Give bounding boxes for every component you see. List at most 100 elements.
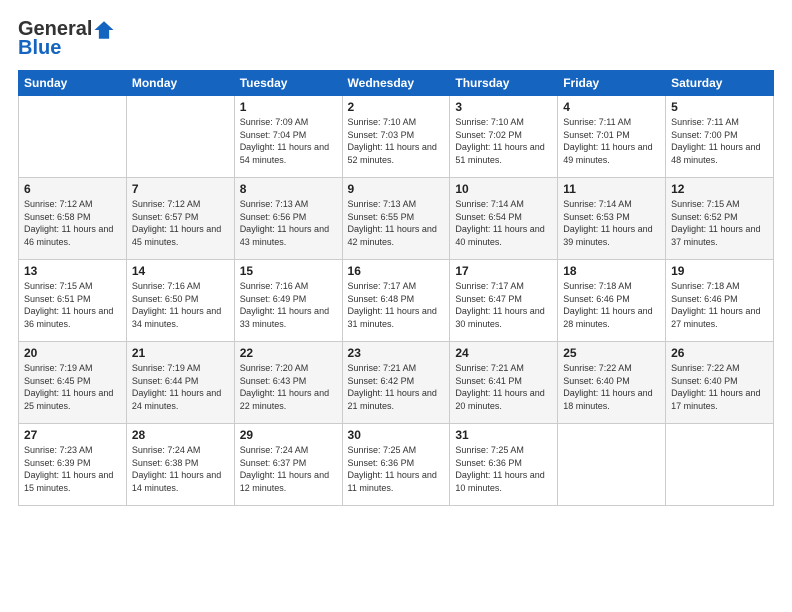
cell-info: Sunrise: 7:18 AM Sunset: 6:46 PM Dayligh… xyxy=(563,280,660,330)
calendar-cell: 19 Sunrise: 7:18 AM Sunset: 6:46 PM Dayli… xyxy=(666,260,774,342)
day-number: 17 xyxy=(455,264,552,278)
cell-info: Sunrise: 7:21 AM Sunset: 6:42 PM Dayligh… xyxy=(348,362,445,412)
day-number: 5 xyxy=(671,100,768,114)
weekday-header-saturday: Saturday xyxy=(666,71,774,96)
weekday-header-tuesday: Tuesday xyxy=(234,71,342,96)
cell-info: Sunrise: 7:12 AM Sunset: 6:58 PM Dayligh… xyxy=(24,198,121,248)
cell-info: Sunrise: 7:22 AM Sunset: 6:40 PM Dayligh… xyxy=(671,362,768,412)
week-row-3: 13Sunrise: 7:15 AM Sunset: 6:51 PM Dayli… xyxy=(19,260,774,342)
page: General Blue SundayMondayTuesdayWednesda… xyxy=(0,0,792,612)
cell-info: Sunrise: 7:11 AM Sunset: 7:00 PM Dayligh… xyxy=(671,116,768,166)
cell-info: Sunrise: 7:16 AM Sunset: 6:50 PM Dayligh… xyxy=(132,280,229,330)
cell-info: Sunrise: 7:20 AM Sunset: 6:43 PM Dayligh… xyxy=(240,362,337,412)
day-number: 1 xyxy=(240,100,337,114)
calendar-cell: 29 Sunrise: 7:24 AM Sunset: 6:37 PM Dayli… xyxy=(234,424,342,506)
day-number: 15 xyxy=(240,264,337,278)
cell-info: Sunrise: 7:10 AM Sunset: 7:02 PM Dayligh… xyxy=(455,116,552,166)
calendar-cell: 24Sunrise: 7:21 AM Sunset: 6:41 PM Dayli… xyxy=(450,342,558,424)
cell-info: Sunrise: 7:25 AM Sunset: 6:36 PM Dayligh… xyxy=(348,444,445,494)
day-number: 8 xyxy=(240,182,337,196)
calendar-cell: 23 Sunrise: 7:21 AM Sunset: 6:42 PM Dayli… xyxy=(342,342,450,424)
cell-info: Sunrise: 7:25 AM Sunset: 6:36 PM Dayligh… xyxy=(455,444,552,494)
calendar: SundayMondayTuesdayWednesdayThursdayFrid… xyxy=(18,70,774,506)
weekday-header-thursday: Thursday xyxy=(450,71,558,96)
day-number: 25 xyxy=(563,346,660,360)
day-number: 2 xyxy=(348,100,445,114)
day-number: 29 xyxy=(240,428,337,442)
calendar-cell: 9Sunrise: 7:13 AM Sunset: 6:55 PM Daylig… xyxy=(342,178,450,260)
day-number: 26 xyxy=(671,346,768,360)
cell-info: Sunrise: 7:22 AM Sunset: 6:40 PM Dayligh… xyxy=(563,362,660,412)
cell-info: Sunrise: 7:11 AM Sunset: 7:01 PM Dayligh… xyxy=(563,116,660,166)
calendar-cell xyxy=(126,96,234,178)
calendar-cell: 21Sunrise: 7:19 AM Sunset: 6:44 PM Dayli… xyxy=(126,342,234,424)
calendar-cell: 15 Sunrise: 7:16 AM Sunset: 6:49 PM Dayli… xyxy=(234,260,342,342)
weekday-header-monday: Monday xyxy=(126,71,234,96)
calendar-cell: 12 Sunrise: 7:15 AM Sunset: 6:52 PM Dayli… xyxy=(666,178,774,260)
calendar-cell: 14 Sunrise: 7:16 AM Sunset: 6:50 PM Dayli… xyxy=(126,260,234,342)
calendar-cell: 18 Sunrise: 7:18 AM Sunset: 6:46 PM Dayli… xyxy=(558,260,666,342)
week-row-5: 27Sunrise: 7:23 AM Sunset: 6:39 PM Dayli… xyxy=(19,424,774,506)
weekday-header-sunday: Sunday xyxy=(19,71,127,96)
day-number: 3 xyxy=(455,100,552,114)
calendar-cell: 11Sunrise: 7:14 AM Sunset: 6:53 PM Dayli… xyxy=(558,178,666,260)
calendar-cell: 7 Sunrise: 7:12 AM Sunset: 6:57 PM Daylig… xyxy=(126,178,234,260)
day-number: 22 xyxy=(240,346,337,360)
day-number: 10 xyxy=(455,182,552,196)
day-number: 7 xyxy=(132,182,229,196)
cell-info: Sunrise: 7:09 AM Sunset: 7:04 PM Dayligh… xyxy=(240,116,337,166)
cell-info: Sunrise: 7:21 AM Sunset: 6:41 PM Dayligh… xyxy=(455,362,552,412)
cell-info: Sunrise: 7:24 AM Sunset: 6:37 PM Dayligh… xyxy=(240,444,337,494)
calendar-cell: 31 Sunrise: 7:25 AM Sunset: 6:36 PM Dayli… xyxy=(450,424,558,506)
calendar-cell xyxy=(19,96,127,178)
weekday-header-wednesday: Wednesday xyxy=(342,71,450,96)
calendar-cell: 3 Sunrise: 7:10 AM Sunset: 7:02 PM Daylig… xyxy=(450,96,558,178)
cell-info: Sunrise: 7:14 AM Sunset: 6:53 PM Dayligh… xyxy=(563,198,660,248)
day-number: 19 xyxy=(671,264,768,278)
week-row-4: 20 Sunrise: 7:19 AM Sunset: 6:45 PM Dayli… xyxy=(19,342,774,424)
calendar-cell: 22 Sunrise: 7:20 AM Sunset: 6:43 PM Dayli… xyxy=(234,342,342,424)
cell-info: Sunrise: 7:23 AM Sunset: 6:39 PM Dayligh… xyxy=(24,444,121,494)
day-number: 21 xyxy=(132,346,229,360)
logo-blue-label: Blue xyxy=(18,37,61,60)
calendar-cell: 5 Sunrise: 7:11 AM Sunset: 7:00 PM Daylig… xyxy=(666,96,774,178)
logo: General Blue xyxy=(18,18,116,60)
cell-info: Sunrise: 7:12 AM Sunset: 6:57 PM Dayligh… xyxy=(132,198,229,248)
calendar-cell: 26 Sunrise: 7:22 AM Sunset: 6:40 PM Dayli… xyxy=(666,342,774,424)
day-number: 18 xyxy=(563,264,660,278)
calendar-cell: 6 Sunrise: 7:12 AM Sunset: 6:58 PM Daylig… xyxy=(19,178,127,260)
cell-info: Sunrise: 7:18 AM Sunset: 6:46 PM Dayligh… xyxy=(671,280,768,330)
day-number: 31 xyxy=(455,428,552,442)
day-number: 12 xyxy=(671,182,768,196)
day-number: 20 xyxy=(24,346,121,360)
calendar-cell: 20 Sunrise: 7:19 AM Sunset: 6:45 PM Dayli… xyxy=(19,342,127,424)
calendar-cell: 10Sunrise: 7:14 AM Sunset: 6:54 PM Dayli… xyxy=(450,178,558,260)
calendar-cell: 2 Sunrise: 7:10 AM Sunset: 7:03 PM Daylig… xyxy=(342,96,450,178)
cell-info: Sunrise: 7:17 AM Sunset: 6:47 PM Dayligh… xyxy=(455,280,552,330)
cell-info: Sunrise: 7:10 AM Sunset: 7:03 PM Dayligh… xyxy=(348,116,445,166)
cell-info: Sunrise: 7:17 AM Sunset: 6:48 PM Dayligh… xyxy=(348,280,445,330)
cell-info: Sunrise: 7:13 AM Sunset: 6:56 PM Dayligh… xyxy=(240,198,337,248)
cell-info: Sunrise: 7:13 AM Sunset: 6:55 PM Dayligh… xyxy=(348,198,445,248)
day-number: 30 xyxy=(348,428,445,442)
calendar-cell xyxy=(558,424,666,506)
week-row-1: 1 Sunrise: 7:09 AM Sunset: 7:04 PM Daylig… xyxy=(19,96,774,178)
day-number: 23 xyxy=(348,346,445,360)
calendar-cell: 17 Sunrise: 7:17 AM Sunset: 6:47 PM Dayli… xyxy=(450,260,558,342)
calendar-cell: 4Sunrise: 7:11 AM Sunset: 7:01 PM Daylig… xyxy=(558,96,666,178)
weekday-header-row: SundayMondayTuesdayWednesdayThursdayFrid… xyxy=(19,71,774,96)
cell-info: Sunrise: 7:15 AM Sunset: 6:52 PM Dayligh… xyxy=(671,198,768,248)
day-number: 6 xyxy=(24,182,121,196)
day-number: 28 xyxy=(132,428,229,442)
day-number: 14 xyxy=(132,264,229,278)
calendar-cell xyxy=(666,424,774,506)
weekday-header-friday: Friday xyxy=(558,71,666,96)
calendar-cell: 8 Sunrise: 7:13 AM Sunset: 6:56 PM Daylig… xyxy=(234,178,342,260)
calendar-cell: 16 Sunrise: 7:17 AM Sunset: 6:48 PM Dayli… xyxy=(342,260,450,342)
week-row-2: 6 Sunrise: 7:12 AM Sunset: 6:58 PM Daylig… xyxy=(19,178,774,260)
calendar-cell: 27Sunrise: 7:23 AM Sunset: 6:39 PM Dayli… xyxy=(19,424,127,506)
cell-info: Sunrise: 7:19 AM Sunset: 6:45 PM Dayligh… xyxy=(24,362,121,412)
day-number: 16 xyxy=(348,264,445,278)
cell-info: Sunrise: 7:16 AM Sunset: 6:49 PM Dayligh… xyxy=(240,280,337,330)
day-number: 13 xyxy=(24,264,121,278)
